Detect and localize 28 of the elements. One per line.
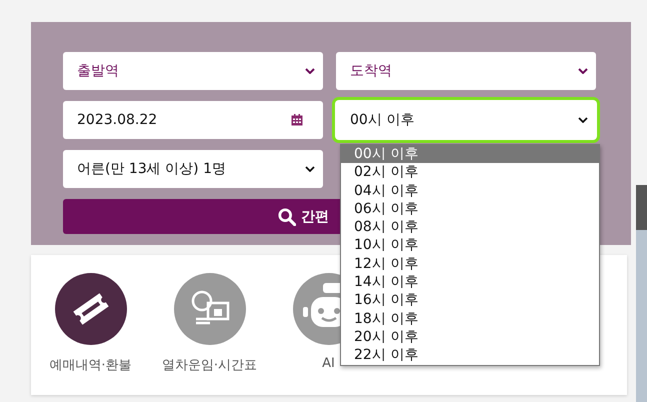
quick-menu-label[interactable]: 예매내역·환불 — [49, 356, 132, 374]
time-option[interactable]: 20시 이후 — [341, 328, 599, 346]
fare-schedule-icon[interactable] — [174, 273, 246, 345]
time-option[interactable]: 06시 이후 — [341, 200, 599, 218]
departure-select[interactable]: 출발역 — [63, 52, 323, 90]
time-option[interactable]: 04시 이후 — [341, 182, 599, 200]
time-option[interactable]: 00시 이후 — [341, 145, 599, 164]
chevron-icon — [578, 68, 588, 74]
ticket-icon[interactable] — [54, 273, 126, 345]
arrival-select[interactable]: 도착역 — [336, 52, 596, 90]
quick-menu-label[interactable]: 열차운임·시간표 — [162, 356, 258, 374]
time-option[interactable]: 12시 이후 — [341, 254, 599, 274]
search-icon — [278, 208, 296, 226]
time-option[interactable]: 22시 이후 — [341, 346, 599, 365]
chevron-icon — [305, 68, 315, 74]
date-field[interactable]: 2023.08.22 — [63, 101, 323, 139]
time-option[interactable]: 18시 이후 — [341, 310, 599, 328]
passenger-select[interactable]: 어른(만 13세 이상) 1명 — [63, 150, 323, 188]
time-option[interactable]: 16시 이후 — [341, 291, 599, 310]
time-option[interactable]: 08시 이후 — [341, 218, 599, 236]
time-option[interactable]: 02시 이후 — [341, 163, 599, 182]
time-option[interactable]: 10시 이후 — [341, 236, 599, 255]
chevron-icon — [578, 117, 588, 123]
quick-menu-label[interactable]: AI — [322, 356, 335, 371]
time-option[interactable]: 14시 이후 — [341, 273, 599, 292]
calendar-icon — [291, 114, 303, 126]
time-select[interactable]: 00시 이후 — [336, 101, 596, 139]
chevron-icon — [305, 166, 315, 172]
